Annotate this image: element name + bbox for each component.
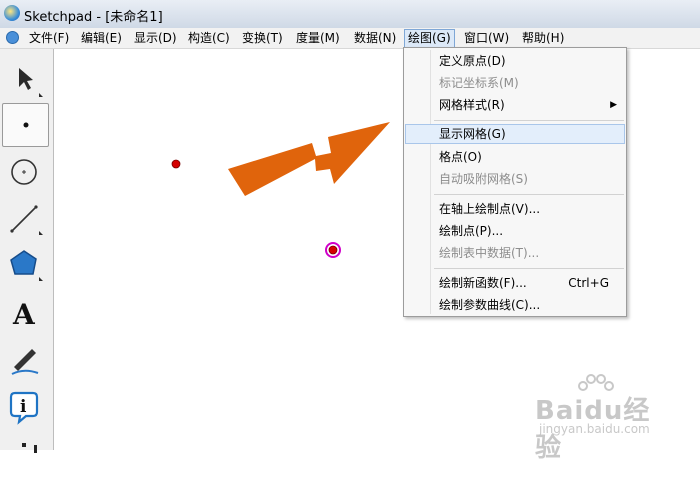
canvas-point[interactable] [171, 159, 181, 169]
menu-item-define-origin[interactable]: 定义原点(D) [405, 51, 625, 71]
point-tool[interactable] [2, 103, 49, 147]
menu-item-label: 绘制表中数据(T)... [439, 246, 540, 260]
straightedge-tool[interactable] [2, 195, 49, 239]
text-a-icon: A [12, 298, 36, 331]
menu-measure[interactable]: 度量(M) [296, 30, 340, 46]
submenu-arrow-icon: ▶ [610, 100, 617, 110]
annotation-arrow [228, 122, 390, 196]
menu-transform[interactable]: 变换(T) [242, 30, 283, 46]
menu-display[interactable]: 显示(D) [134, 30, 177, 46]
menu-item-label: 显示网格(G) [439, 127, 506, 141]
menu-item-grid-points[interactable]: 格点(O) [405, 147, 625, 167]
title-bar: Sketchpad - [未命名1] [0, 0, 700, 29]
text-tool[interactable]: A [2, 289, 49, 333]
custom-tool-icon [22, 443, 37, 453]
menu-item-snap-to-grid: 自动吸附网格(S) [405, 169, 625, 189]
menu-item-plot-table-data: 绘制表中数据(T)... [405, 243, 625, 263]
arrow-select-tool[interactable] [2, 57, 49, 101]
menu-item-label: 网格样式(R) [439, 98, 505, 112]
point-icon [23, 122, 29, 128]
menu-graph[interactable]: 绘图(G) [404, 29, 455, 48]
menu-item-shortcut: Ctrl+G [568, 276, 609, 290]
menu-item-label: 自动吸附网格(S) [439, 172, 528, 186]
menu-item-label: 绘制新函数(F)... [439, 276, 527, 290]
menu-construct[interactable]: 构造(C) [188, 30, 230, 46]
compass-circle-icon [11, 159, 37, 185]
menu-item-plot-parametric-curve[interactable]: 绘制参数曲线(C)... [405, 295, 625, 315]
straightedge-icon [10, 205, 43, 235]
baidu-jingyan-watermark: Baidu经验 jingyan.baidu.com [535, 372, 665, 463]
menu-separator [434, 194, 624, 195]
compass-tool[interactable] [2, 149, 49, 193]
sketchpad-app-icon [4, 5, 20, 21]
menu-bar: 文件(F) 编辑(E) 显示(D) 构造(C) 变换(T) 度量(M) 数据(N… [0, 28, 700, 49]
menu-data[interactable]: 数据(N) [354, 30, 396, 46]
menu-item-label: 标记坐标系(M) [439, 76, 519, 90]
menu-item-plot-point-on-axis[interactable]: 在轴上绘制点(V)... [405, 199, 625, 219]
menu-item-mark-coordinate-system: 标记坐标系(M) [405, 73, 625, 93]
menu-item-label: 绘制点(P)... [439, 224, 504, 238]
canvas-point[interactable] [328, 245, 338, 255]
menu-item-show-grid[interactable]: 显示网格(G) [405, 124, 625, 144]
info-tool-glyph: i [20, 397, 27, 417]
menu-separator [434, 120, 624, 121]
menu-item-grid-style[interactable]: 网格样式(R) ▶ [405, 95, 625, 115]
information-tool[interactable]: i [2, 385, 49, 429]
document-icon[interactable] [6, 31, 19, 44]
menu-item-label: 在轴上绘制点(V)... [439, 202, 541, 216]
text-tool-glyph: A [12, 298, 36, 331]
menu-edit[interactable]: 编辑(E) [81, 30, 122, 46]
menu-window[interactable]: 窗口(W) [464, 30, 509, 46]
menu-item-plot-points[interactable]: 绘制点(P)... [405, 221, 625, 241]
menu-item-plot-new-function[interactable]: 绘制新函数(F)... Ctrl+G [405, 273, 625, 293]
menu-item-label: 绘制参数曲线(C)... [439, 298, 541, 312]
watermark-url: jingyan.baidu.com [539, 422, 650, 436]
arrow-icon [19, 68, 43, 97]
menu-help[interactable]: 帮助(H) [522, 30, 564, 46]
menu-separator [434, 268, 624, 269]
menu-file[interactable]: 文件(F) [29, 30, 69, 46]
menu-item-label: 定义原点(D) [439, 54, 506, 68]
toolbox: A i [0, 49, 54, 453]
polygon-tool[interactable] [2, 241, 49, 285]
marker-tool[interactable] [2, 337, 49, 381]
marker-pen-icon [11, 349, 39, 375]
polygon-icon [10, 250, 43, 281]
custom-tool[interactable] [2, 433, 49, 477]
menu-item-label: 格点(O) [439, 150, 482, 164]
info-bubble-icon: i [9, 391, 39, 425]
graph-menu-dropdown: 定义原点(D) 标记坐标系(M) 网格样式(R) ▶ 显示网格(G) 格点(O)… [403, 47, 627, 317]
window-title: Sketchpad - [未命名1] [24, 10, 163, 25]
